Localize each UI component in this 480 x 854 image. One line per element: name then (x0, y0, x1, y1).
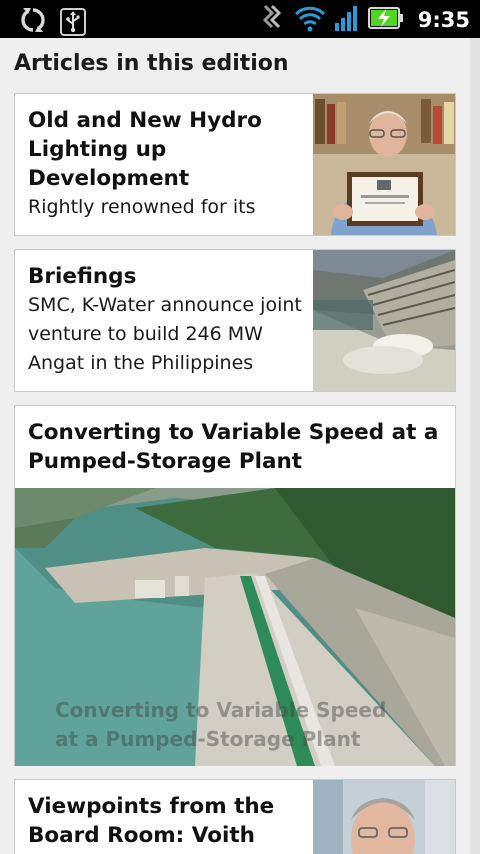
article-summary: SMC, K-Water announce joint venture to b… (28, 294, 302, 374)
article-headline: Viewpoints from the Board Room: Voith (28, 794, 275, 848)
wifi-icon (294, 4, 326, 36)
status-bar: 9:35 (0, 0, 480, 38)
article-headline: Briefings (28, 264, 137, 289)
article-card[interactable]: Old and New Hydro Lighting up Developmen… (14, 93, 456, 236)
svg-text:Converting to Variable Speed: Converting to Variable Speed (55, 698, 386, 722)
usb-icon (60, 8, 86, 36)
scrollbar[interactable] (470, 38, 480, 854)
article-card[interactable]: Briefings SMC, K-Water announce joint ve… (14, 249, 456, 392)
sync-icon (18, 5, 48, 39)
article-summary: Rightly renowned for its (28, 196, 256, 218)
article-card[interactable]: Viewpoints from the Board Room: Voith (14, 779, 456, 854)
data-activity-icon (262, 4, 286, 36)
cell-signal-icon (334, 4, 360, 36)
article-headline: Old and New Hydro Lighting up Developmen… (28, 108, 262, 191)
articles-list[interactable]: Articles in this edition Old and New Hyd… (0, 38, 470, 854)
svg-text:at a Pumped-Storage Plant: at a Pumped-Storage Plant (55, 727, 361, 751)
article-card[interactable]: Converting to Variable Speed at a Pumped… (14, 405, 456, 766)
article-thumbnail (313, 780, 455, 854)
article-thumbnail (313, 94, 455, 235)
article-thumbnail (313, 250, 455, 391)
clock: 9:35 (417, 8, 470, 32)
article-headline: Converting to Variable Speed at a Pumped… (28, 420, 439, 474)
battery-charging-icon (367, 6, 404, 34)
article-hero-image: Converting to Variable Speed at a Pumped… (15, 488, 455, 766)
section-title: Articles in this edition (14, 51, 289, 76)
